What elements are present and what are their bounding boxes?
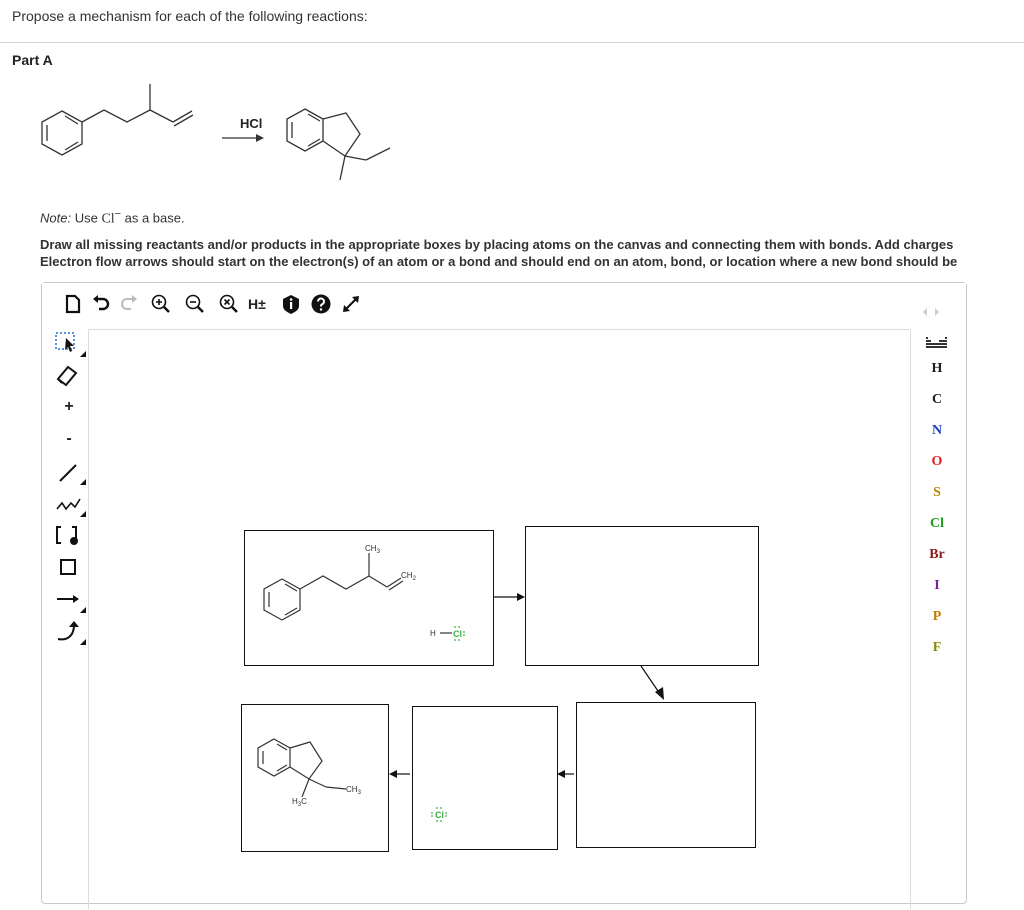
box4-ch3-label: CH	[346, 785, 358, 794]
info-icon[interactable]	[280, 293, 302, 315]
drawing-canvas[interactable]: CH3 CH2 H Cl H3C CH3 Cl	[89, 329, 909, 910]
note-after: as a base.	[121, 210, 185, 226]
reagent-label: HCl	[240, 116, 262, 131]
instructions-line-2: Electron flow arrows should start on the…	[40, 254, 958, 269]
drawing-editor: H± + - CH3 CH2 H Cl H3C CH3 Cl H C N O S…	[41, 282, 967, 909]
note-text: Note: Use Cl− as a base.	[40, 208, 185, 227]
arrow-box1-to-box2	[494, 593, 525, 601]
svg-text:CH3: CH3	[346, 785, 362, 796]
positive-charge-tool[interactable]: +	[52, 393, 86, 421]
product-structure	[286, 108, 391, 181]
box1-ch2-sub: 2	[413, 576, 417, 582]
box1-ch3-label: CH	[365, 544, 377, 553]
new-document-icon[interactable]	[62, 293, 84, 315]
arrow-box5-to-box4	[389, 770, 410, 778]
box4-ch3-sub: 3	[358, 790, 362, 796]
part-label: Part A	[12, 52, 53, 68]
svg-text:CH3: CH3	[365, 544, 381, 555]
reactant-structure	[41, 84, 194, 156]
instructions: Draw all missing reactants and/or produc…	[40, 236, 1024, 270]
reaction-arrow	[222, 134, 264, 142]
mechanism-box-1[interactable]: CH3 CH2 H Cl	[244, 530, 494, 666]
box1-ch2-label: CH	[401, 571, 413, 580]
instructions-line-1: Draw all missing reactants and/or produc…	[40, 237, 954, 252]
box5-structure: Cl	[431, 807, 447, 822]
mechanism-box-5[interactable]: Cl	[412, 706, 558, 850]
element-button-p[interactable]: P	[921, 605, 953, 629]
clear-icon[interactable]	[218, 293, 240, 315]
box1-ch3-sub: 3	[377, 549, 381, 555]
note-prefix: Note:	[40, 210, 72, 226]
box1-structures: CH3 CH2 H Cl	[263, 544, 465, 641]
box4-structure: H3C CH3	[257, 738, 362, 808]
undo-icon[interactable]	[90, 293, 112, 315]
section-divider	[0, 42, 1024, 43]
left-toolbar: + -	[52, 329, 89, 909]
hcl-hydrogen: H	[430, 629, 436, 638]
element-palette: H C N O S Cl Br I P F	[910, 329, 963, 909]
curved-arrow-icon[interactable]	[52, 617, 86, 645]
palette-scroll-icon[interactable]	[922, 307, 940, 317]
arrow-box3-to-box5	[557, 770, 574, 778]
explicit-hydrogens-button[interactable]: H±	[248, 293, 274, 315]
select-tool-icon[interactable]	[52, 329, 86, 357]
hcl-chlorine: Cl	[453, 629, 462, 639]
chain-tool-icon[interactable]	[52, 489, 86, 517]
note-ion: Cl	[101, 211, 115, 227]
reaction-arrow-icon[interactable]	[52, 585, 86, 613]
zoom-out-icon[interactable]	[184, 293, 206, 315]
fullscreen-icon[interactable]	[340, 293, 362, 315]
svg-text:CH2: CH2	[401, 571, 417, 582]
element-button-f[interactable]: F	[921, 636, 953, 660]
note-before: Use	[74, 210, 102, 226]
element-button-s[interactable]: S	[921, 481, 953, 505]
reaction-scheme: HCl	[41, 84, 391, 181]
element-button-br[interactable]: Br	[921, 543, 953, 567]
eraser-icon[interactable]	[52, 361, 86, 389]
mechanism-box-2[interactable]	[525, 526, 759, 666]
editor-toolbar: H±	[42, 283, 966, 323]
ring-tool-icon[interactable]	[52, 553, 86, 581]
chloride-label: Cl	[435, 810, 444, 820]
element-button-c[interactable]: C	[921, 388, 953, 412]
zoom-in-icon[interactable]	[150, 293, 172, 315]
bracket-tool-icon[interactable]	[52, 521, 86, 549]
element-button-i[interactable]: I	[921, 574, 953, 598]
svg-text:H3C: H3C	[292, 797, 307, 808]
mechanism-box-3[interactable]	[576, 702, 756, 848]
element-button-cl[interactable]: Cl	[921, 512, 953, 536]
help-icon[interactable]	[310, 293, 332, 315]
mechanism-box-4[interactable]: H3C CH3	[241, 704, 389, 852]
element-button-n[interactable]: N	[921, 419, 953, 443]
element-button-o[interactable]: O	[921, 450, 953, 474]
single-bond-icon[interactable]	[52, 457, 86, 485]
element-button-h[interactable]: H	[921, 357, 953, 381]
box4-h3c-c: C	[301, 797, 307, 806]
periodic-table-icon[interactable]	[925, 335, 949, 349]
arrow-box2-to-box3	[640, 665, 664, 700]
redo-icon[interactable]	[118, 293, 140, 315]
negative-charge-tool[interactable]: -	[52, 425, 86, 453]
question-text: Propose a mechanism for each of the foll…	[12, 8, 368, 24]
